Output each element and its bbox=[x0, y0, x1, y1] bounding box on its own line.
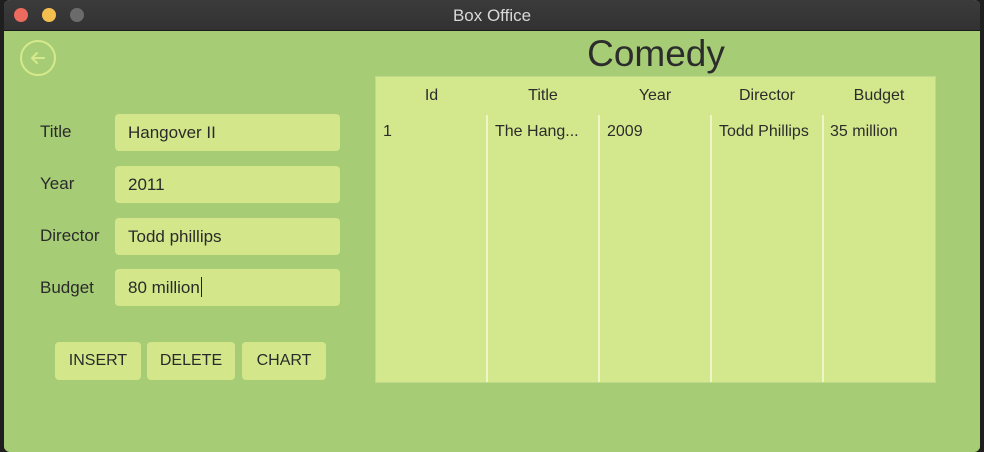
insert-button[interactable]: INSERT bbox=[55, 342, 141, 380]
back-arrow-icon bbox=[31, 52, 45, 64]
cell-director: Todd Phillips bbox=[719, 123, 809, 140]
year-label: Year bbox=[40, 174, 75, 193]
delete-button[interactable]: DELETE bbox=[147, 342, 235, 380]
text-caret bbox=[200, 277, 202, 297]
column-header-year[interactable]: Year bbox=[599, 77, 711, 115]
page-title: Comedy bbox=[587, 33, 725, 74]
cell-id: 1 bbox=[383, 123, 392, 140]
column-divider bbox=[710, 115, 712, 382]
app-window: Box Office Title Hangover II Year 2011 D… bbox=[4, 0, 980, 452]
cell-year: 2009 bbox=[607, 123, 643, 140]
director-field[interactable]: Todd phillips bbox=[115, 218, 340, 255]
column-header-budget[interactable]: Budget bbox=[823, 77, 935, 115]
main-content: Title Hangover II Year 2011 Director Tod… bbox=[4, 31, 980, 449]
title-field-value: Hangover II bbox=[128, 123, 216, 142]
year-field-value: 2011 bbox=[128, 175, 165, 194]
window-title: Box Office bbox=[452, 6, 532, 25]
cell-budget: 35 million bbox=[830, 123, 898, 140]
title-bar: Box Office bbox=[4, 0, 980, 31]
title-field[interactable]: Hangover II bbox=[115, 114, 340, 151]
director-label: Director bbox=[40, 226, 100, 245]
column-divider bbox=[486, 115, 488, 382]
chart-button[interactable]: CHART bbox=[242, 342, 326, 380]
column-header-id[interactable]: Id bbox=[376, 77, 487, 115]
column-header-title[interactable]: Title bbox=[487, 77, 599, 115]
column-header-director[interactable]: Director bbox=[711, 77, 823, 115]
year-field[interactable]: 2011 bbox=[115, 166, 340, 203]
budget-label: Budget bbox=[40, 278, 94, 297]
director-field-value: Todd phillips bbox=[128, 227, 222, 246]
title-label: Title bbox=[40, 122, 72, 141]
budget-field[interactable]: 80 million bbox=[115, 269, 340, 306]
budget-field-value: 80 million bbox=[128, 278, 200, 297]
cell-title: The Hang... bbox=[495, 123, 579, 140]
column-divider bbox=[598, 115, 600, 382]
back-button[interactable] bbox=[20, 40, 56, 76]
movies-table[interactable]: Id Title Year Director Budget 1 The Hang… bbox=[375, 76, 936, 383]
column-divider bbox=[822, 115, 824, 382]
